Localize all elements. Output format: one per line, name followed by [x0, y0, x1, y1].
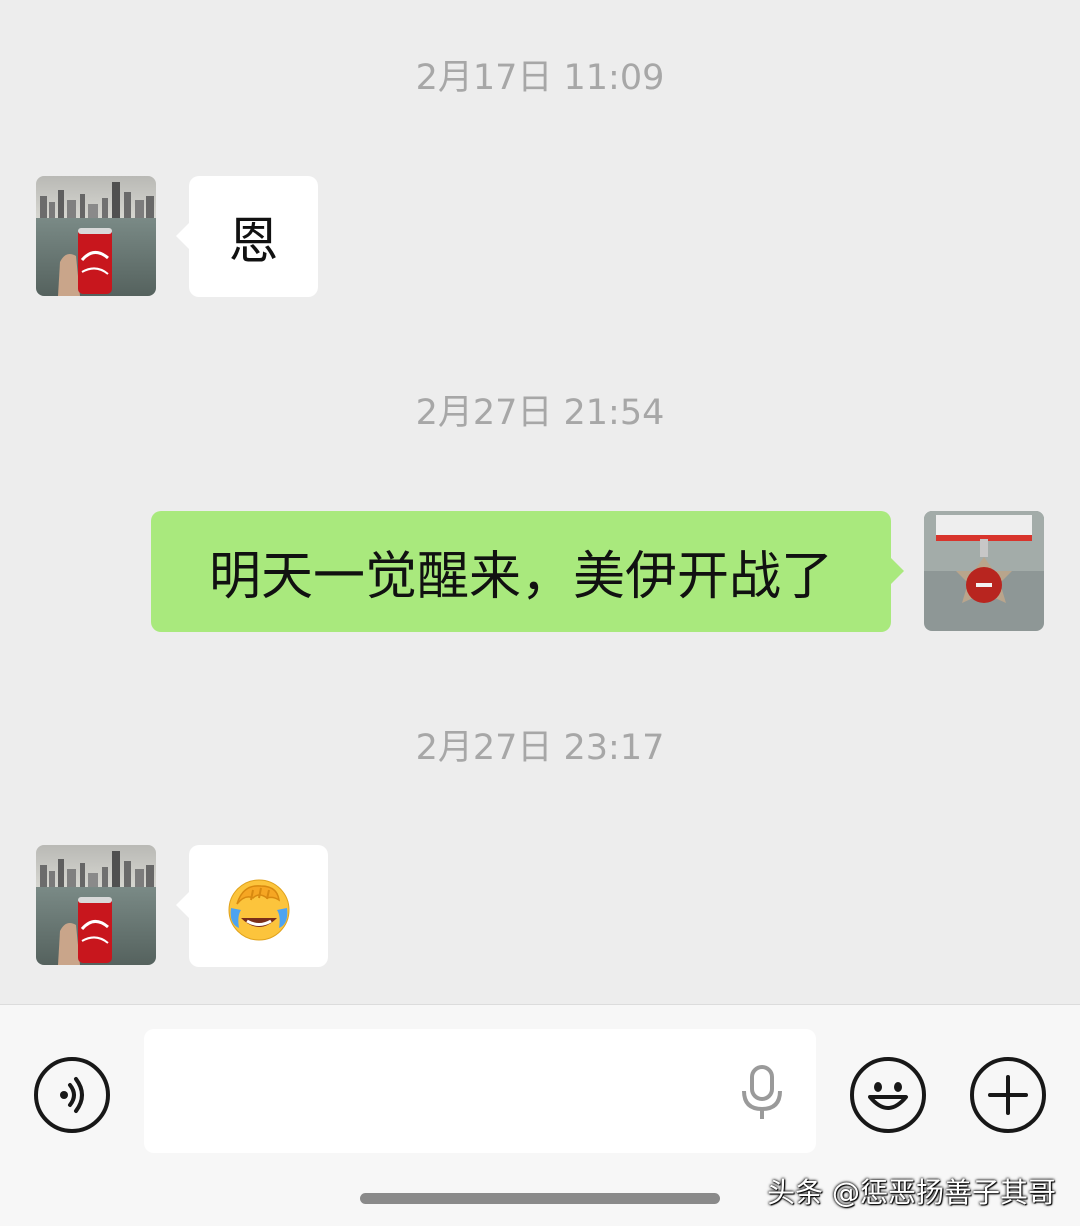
plus-icon	[988, 1075, 1028, 1115]
message-text: 明天一觉醒来，美伊开战了	[208, 547, 833, 607]
message-input[interactable]	[144, 1029, 816, 1153]
input-bar: 头条 @惩恶扬善子其哥	[0, 1004, 1080, 1226]
timestamp: 2月17日 11:09	[415, 58, 665, 98]
facepalm-laughing-emoji-icon	[228, 879, 290, 941]
timestamp: 2月27日 21:54	[415, 393, 665, 433]
my-avatar[interactable]	[924, 511, 1044, 631]
voice-mode-icon	[60, 1077, 84, 1113]
timestamp: 2月27日 23:17	[415, 728, 665, 768]
microphone-icon[interactable]	[740, 1063, 784, 1123]
message-bubble-incoming[interactable]: 恩	[176, 176, 318, 297]
watermark: 头条 @惩恶扬善子其哥	[767, 1176, 1056, 1209]
message-bubble-outgoing[interactable]: 明天一觉醒来，美伊开战了	[151, 511, 904, 632]
message-bubble-incoming[interactable]	[176, 845, 328, 967]
coca-cola-can-city-photo-icon	[36, 845, 156, 965]
message-text: 恩	[228, 211, 279, 270]
contact-avatar[interactable]	[36, 845, 156, 965]
voice-mode-button[interactable]	[34, 1057, 110, 1133]
smiley-icon	[868, 1082, 908, 1110]
home-indicator[interactable]	[360, 1193, 720, 1204]
contact-avatar[interactable]	[36, 176, 156, 296]
coca-cola-can-city-photo-icon	[36, 176, 156, 296]
bubble-tail	[176, 222, 190, 250]
bubble-tail	[890, 557, 904, 585]
medal-photo-icon	[924, 511, 1044, 631]
chat-area: 2月17日 11:09 恩 2月27日 21:54 明天一觉醒来，美伊开战了 2…	[0, 0, 1080, 1004]
emoji-button[interactable]	[850, 1057, 926, 1133]
more-button[interactable]	[970, 1057, 1046, 1133]
bubble-tail	[176, 891, 190, 919]
